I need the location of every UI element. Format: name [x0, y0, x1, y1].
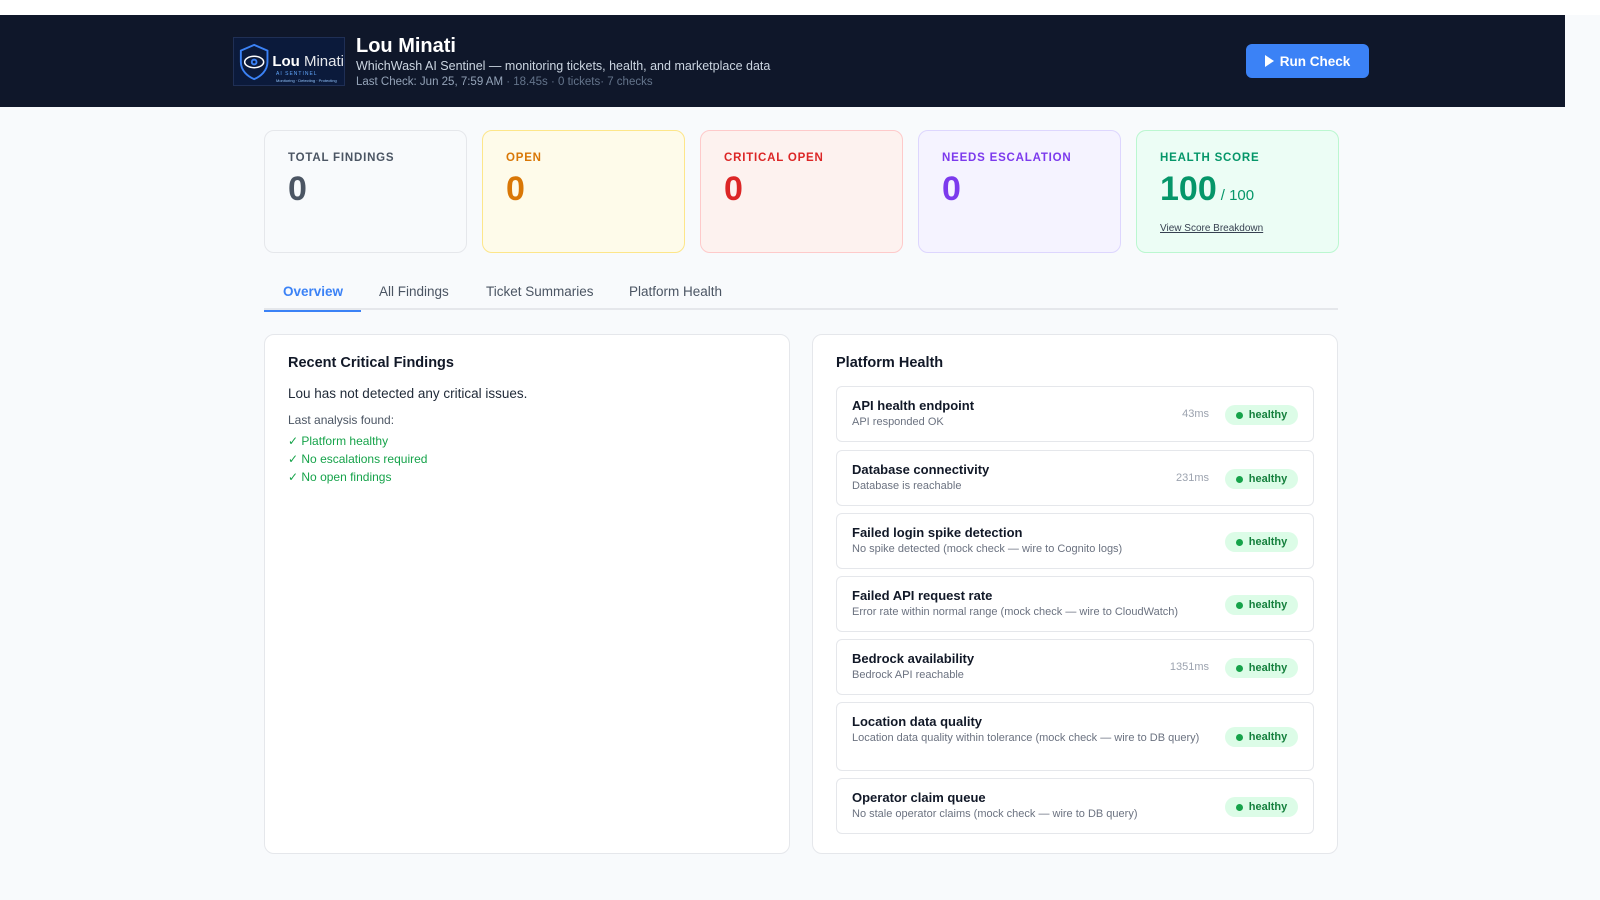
tab-overview[interactable]: Overview: [264, 280, 361, 312]
run-check-label: Run Check: [1279, 53, 1351, 69]
stat-critical-open: CRITICAL OPEN 0: [700, 130, 903, 253]
status-badge: healthy: [1225, 532, 1298, 552]
status-badge: healthy: [1225, 658, 1298, 678]
status-badge: healthy: [1225, 797, 1298, 817]
no-critical-message: Lou has not detected any critical issues…: [288, 386, 528, 401]
health-item-api-endpoint[interactable]: API health endpoint API responded OK 43m…: [836, 386, 1314, 442]
health-item-name: Failed API request rate: [852, 588, 993, 603]
health-item-name: Bedrock availability: [852, 651, 975, 666]
status-badge: healthy: [1225, 727, 1298, 747]
health-item-failed-login[interactable]: Failed login spike detection No spike de…: [836, 513, 1314, 569]
status-dot-icon: [1235, 664, 1243, 672]
tab-bar: Overview All Findings Ticket Summaries P…: [264, 280, 1338, 312]
platform-health-panel: Platform Health API health endpoint API …: [812, 334, 1338, 854]
last-check-meta: Last Check: Jun 25, 7:59 AM · 18.45s · 0…: [356, 76, 653, 88]
status-badge: healthy: [1225, 405, 1298, 425]
health-item-desc: No stale operator claims (mock check — w…: [852, 808, 1138, 820]
checklist-item: ✓ No escalations required: [288, 452, 428, 466]
health-item-bedrock[interactable]: Bedrock availability Bedrock API reachab…: [836, 639, 1314, 695]
stat-label: TOTAL FINDINGS: [288, 152, 395, 164]
health-item-name: API health endpoint: [852, 398, 975, 413]
status-dot-icon: [1235, 538, 1243, 546]
panel-title: Platform Health: [836, 355, 944, 371]
tab-all-findings[interactable]: All Findings: [379, 280, 449, 310]
stat-value: 0: [288, 170, 307, 208]
health-item-desc: API responded OK: [852, 416, 944, 428]
tab-platform-health[interactable]: Platform Health: [629, 280, 722, 310]
stat-health-score: HEALTH SCORE 100/ 100 View Score Breakdo…: [1136, 130, 1339, 253]
play-icon: [1264, 55, 1274, 67]
status-badge: healthy: [1225, 469, 1298, 489]
status-dot-icon: [1235, 475, 1243, 483]
panel-title: Recent Critical Findings: [288, 355, 454, 371]
view-score-breakdown-link[interactable]: View Score Breakdown: [1160, 223, 1263, 234]
health-item-name: Failed login spike detection: [852, 525, 1023, 540]
health-item-name: Operator claim queue: [852, 790, 986, 805]
recent-critical-findings-panel: Recent Critical Findings Lou has not det…: [264, 334, 790, 854]
status-dot-icon: [1235, 803, 1243, 811]
analysis-checklist: ✓ Platform healthy ✓ No escalations requ…: [288, 432, 427, 486]
app-logo: Lou Minati AI SENTINEL Monitoring · Dete…: [233, 37, 345, 86]
app-header: Lou Minati AI SENTINEL Monitoring · Dete…: [0, 15, 1565, 107]
status-dot-icon: [1235, 411, 1243, 419]
tab-ticket-summaries[interactable]: Ticket Summaries: [486, 280, 594, 310]
app-subtitle: WhichWash AI Sentinel — monitoring ticke…: [356, 59, 771, 73]
stat-total-findings: TOTAL FINDINGS 0: [264, 130, 467, 253]
health-item-operator-queue[interactable]: Operator claim queue No stale operator c…: [836, 778, 1314, 834]
health-item-name: Database connectivity: [852, 462, 990, 477]
health-item-desc: Bedrock API reachable: [852, 669, 964, 681]
stat-label: CRITICAL OPEN: [724, 152, 824, 164]
shield-eye-icon: [239, 43, 269, 80]
status-badge: healthy: [1225, 595, 1298, 615]
stat-open: OPEN 0: [482, 130, 685, 253]
health-item-latency: 231ms: [1175, 472, 1209, 484]
status-dot-icon: [1235, 601, 1243, 609]
app-title: Lou Minati: [356, 35, 456, 57]
health-score-max: / 100: [1220, 187, 1255, 204]
stat-value: 0: [506, 170, 525, 208]
health-item-desc: No spike detected (mock check — wire to …: [852, 543, 1123, 555]
health-score-number: 100: [1160, 170, 1217, 208]
health-item-database[interactable]: Database connectivity Database is reacha…: [836, 450, 1314, 506]
logo-tagline-small: Monitoring · Detecting · Protecting: [276, 78, 337, 83]
health-item-desc: Database is reachable: [852, 480, 962, 492]
stat-value: 0: [942, 170, 961, 208]
stat-value: 100/ 100: [1160, 170, 1315, 215]
health-item-name: Location data quality: [852, 714, 983, 729]
checklist-item: ✓ Platform healthy: [288, 434, 389, 448]
logo-text: Lou Minati: [272, 52, 344, 70]
status-dot-icon: [1235, 733, 1243, 741]
stat-label: HEALTH SCORE: [1160, 152, 1260, 164]
stat-needs-escalation: NEEDS ESCALATION 0: [918, 130, 1121, 253]
health-item-desc: Error rate within normal range (mock che…: [852, 606, 1179, 618]
stat-label: NEEDS ESCALATION: [942, 152, 1072, 164]
check-stats: · 18.45s · 0 tickets· 7 checks: [506, 76, 653, 88]
health-item-failed-api[interactable]: Failed API request rate Error rate withi…: [836, 576, 1314, 632]
stat-label: OPEN: [506, 152, 542, 164]
top-strip: [0, 0, 1600, 15]
health-item-latency: 43ms: [1182, 408, 1209, 420]
stat-value: 0: [724, 170, 743, 208]
health-item-desc: Location data quality within tolerance (…: [852, 732, 1200, 744]
checklist-item: ✓ No open findings: [288, 470, 392, 484]
last-analysis-label: Last analysis found:: [288, 413, 395, 427]
logo-tagline: AI SENTINEL: [276, 71, 318, 77]
last-check-time: Last Check: Jun 25, 7:59 AM: [356, 76, 504, 88]
health-item-location-data[interactable]: Location data quality Location data qual…: [836, 702, 1314, 771]
health-item-latency: 1351ms: [1169, 661, 1209, 673]
run-check-button[interactable]: Run Check: [1246, 44, 1369, 78]
